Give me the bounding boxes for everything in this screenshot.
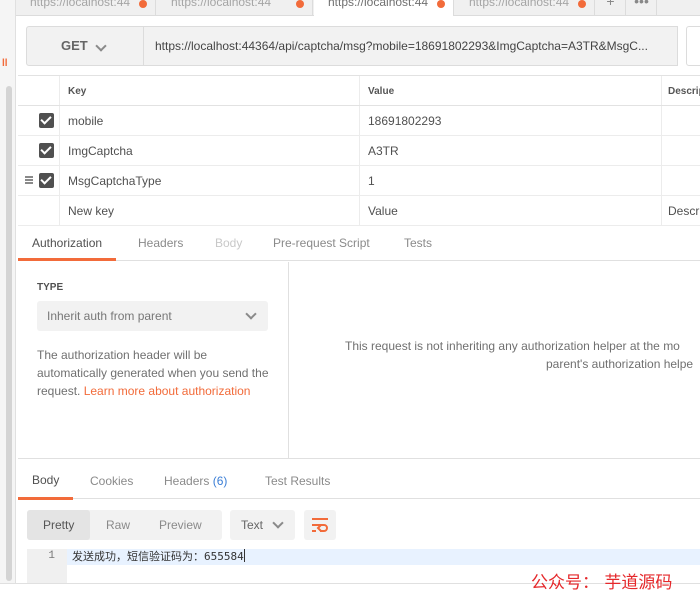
request-tab-label: https://localhost:44 bbox=[469, 0, 570, 9]
params-header-row: Key Value Descrip bbox=[18, 75, 700, 106]
params-table: Key Value Descrip mobile 18691802293 Img… bbox=[18, 75, 700, 226]
add-tab-button[interactable]: + bbox=[596, 0, 626, 16]
unsaved-dot-icon bbox=[296, 0, 304, 8]
more-icon: ••• bbox=[634, 0, 649, 9]
param-description-input[interactable] bbox=[661, 106, 700, 135]
table-row: ImgCaptcha A3TR bbox=[18, 136, 700, 166]
param-key-input[interactable]: mobile bbox=[59, 106, 359, 135]
view-mode-group: Pretty Raw Preview bbox=[27, 510, 222, 540]
method-label: GET bbox=[61, 38, 88, 53]
url-input[interactable]: https://localhost:44364/api/captcha/msg?… bbox=[144, 26, 678, 66]
param-description-input[interactable] bbox=[661, 136, 700, 165]
chevron-down-icon bbox=[272, 517, 284, 529]
request-tab-label: https://localhost:44 bbox=[328, 0, 429, 9]
tab-tests[interactable]: Tests bbox=[404, 229, 432, 261]
auth-type-label: TYPE bbox=[37, 282, 64, 293]
preview-button[interactable]: Preview bbox=[159, 510, 202, 540]
params-button[interactable]: P bbox=[686, 26, 700, 66]
new-value-input[interactable]: Value bbox=[359, 196, 661, 225]
watermark: 公众号： 芋道源码 bbox=[531, 573, 673, 593]
tab-response-body[interactable]: Body bbox=[18, 459, 74, 500]
tab-response-headers[interactable]: Headers (6) bbox=[164, 459, 227, 500]
request-tab[interactable]: https://localhost:44 bbox=[157, 0, 313, 16]
format-select[interactable]: Text bbox=[230, 510, 295, 540]
text-cursor bbox=[243, 549, 245, 562]
more-tabs-button[interactable]: ••• bbox=[627, 0, 657, 16]
tab-response-headers-label: Headers bbox=[164, 474, 210, 488]
response-text-content: 发送成功，短信验证码为：655584 bbox=[72, 550, 244, 563]
auth-message-line: parent's authorization helpe bbox=[546, 357, 694, 371]
chevron-down-icon bbox=[245, 308, 257, 320]
tab-authorization[interactable]: Authorization bbox=[18, 229, 117, 261]
param-key-input[interactable]: MsgCaptchaType bbox=[59, 166, 359, 195]
tab-test-results[interactable]: Test Results bbox=[265, 459, 330, 500]
table-row: mobile 18691802293 bbox=[18, 106, 700, 136]
auth-type-select[interactable]: Inherit auth from parent bbox=[37, 301, 268, 331]
auth-message-line: This request is not inheriting any autho… bbox=[345, 339, 680, 353]
param-enabled-checkbox[interactable] bbox=[39, 173, 54, 188]
param-enabled-checkbox[interactable] bbox=[39, 113, 54, 128]
pretty-button[interactable]: Pretty bbox=[27, 510, 91, 540]
plus-icon: + bbox=[606, 0, 615, 9]
auth-type-value: Inherit auth from parent bbox=[47, 309, 172, 323]
unsaved-dot-icon bbox=[437, 0, 445, 8]
left-sidebar-strip: ll bbox=[0, 0, 16, 599]
tab-headers[interactable]: Headers bbox=[138, 229, 183, 261]
drag-handle-icon[interactable] bbox=[25, 176, 33, 184]
response-tabs: Body Cookies Headers (6) Test Results bbox=[18, 458, 700, 500]
line-number: 1 bbox=[48, 550, 55, 562]
request-tab[interactable]: https://localhost:44 bbox=[16, 0, 156, 16]
learn-more-link[interactable]: Learn more about authorization bbox=[84, 384, 251, 398]
new-description-input[interactable]: Descr bbox=[661, 196, 700, 225]
headers-count-badge: (6) bbox=[212, 474, 228, 488]
format-value: Text bbox=[241, 518, 264, 532]
auth-inherit-message: This request is not inheriting any autho… bbox=[345, 337, 700, 373]
new-param-row: New key Value Descr bbox=[18, 196, 700, 226]
tab-body[interactable]: Body bbox=[215, 229, 242, 261]
tab-pre-request-script[interactable]: Pre-request Script bbox=[273, 229, 370, 261]
auth-info-panel: This request is not inheriting any autho… bbox=[290, 262, 700, 458]
response-text: 发送成功，短信验证码为：655584 bbox=[72, 549, 245, 565]
column-header-key: Key bbox=[59, 76, 359, 105]
request-tab-bar: https://localhost:44 https://localhost:4… bbox=[16, 0, 700, 16]
line-gutter: 1 bbox=[27, 549, 67, 583]
auth-settings-panel: TYPE Inherit auth from parent The author… bbox=[18, 262, 289, 458]
column-header-description: Descrip bbox=[661, 76, 700, 105]
column-header-value: Value bbox=[359, 76, 661, 105]
unsaved-dot-icon bbox=[139, 0, 147, 8]
sidebar-scrollbar[interactable] bbox=[6, 86, 12, 581]
raw-button[interactable]: Raw bbox=[106, 510, 130, 540]
param-key-input[interactable]: ImgCaptcha bbox=[59, 136, 359, 165]
new-key-input[interactable]: New key bbox=[59, 196, 359, 225]
param-enabled-checkbox[interactable] bbox=[39, 143, 54, 158]
tab-cookies[interactable]: Cookies bbox=[90, 459, 133, 500]
wrap-lines-icon bbox=[312, 518, 328, 532]
param-value-input[interactable]: 18691802293 bbox=[359, 106, 661, 135]
sidebar-accent-marker: ll bbox=[2, 58, 8, 69]
param-value-input[interactable]: A3TR bbox=[359, 136, 661, 165]
wrap-lines-button[interactable] bbox=[304, 510, 336, 540]
table-row: MsgCaptchaType 1 bbox=[18, 166, 700, 196]
url-bar: GET https://localhost:44364/api/captcha/… bbox=[26, 26, 700, 66]
chevron-down-icon bbox=[95, 40, 107, 52]
param-value-input[interactable]: 1 bbox=[359, 166, 661, 195]
request-tab-label: https://localhost:44 bbox=[30, 0, 131, 9]
unsaved-dot-icon bbox=[578, 0, 586, 8]
response-toolbar: Pretty Raw Preview Text bbox=[27, 510, 700, 541]
method-select[interactable]: GET bbox=[26, 26, 144, 66]
request-tab[interactable]: https://localhost:44 bbox=[455, 0, 595, 16]
request-tab-active[interactable]: https://localhost:44 bbox=[314, 0, 454, 16]
request-tab-label: https://localhost:44 bbox=[171, 0, 272, 9]
param-description-input[interactable] bbox=[661, 166, 700, 195]
request-section-tabs: Authorization Headers Body Pre-request S… bbox=[18, 229, 700, 261]
auth-description: The authorization header will be automat… bbox=[37, 346, 277, 400]
